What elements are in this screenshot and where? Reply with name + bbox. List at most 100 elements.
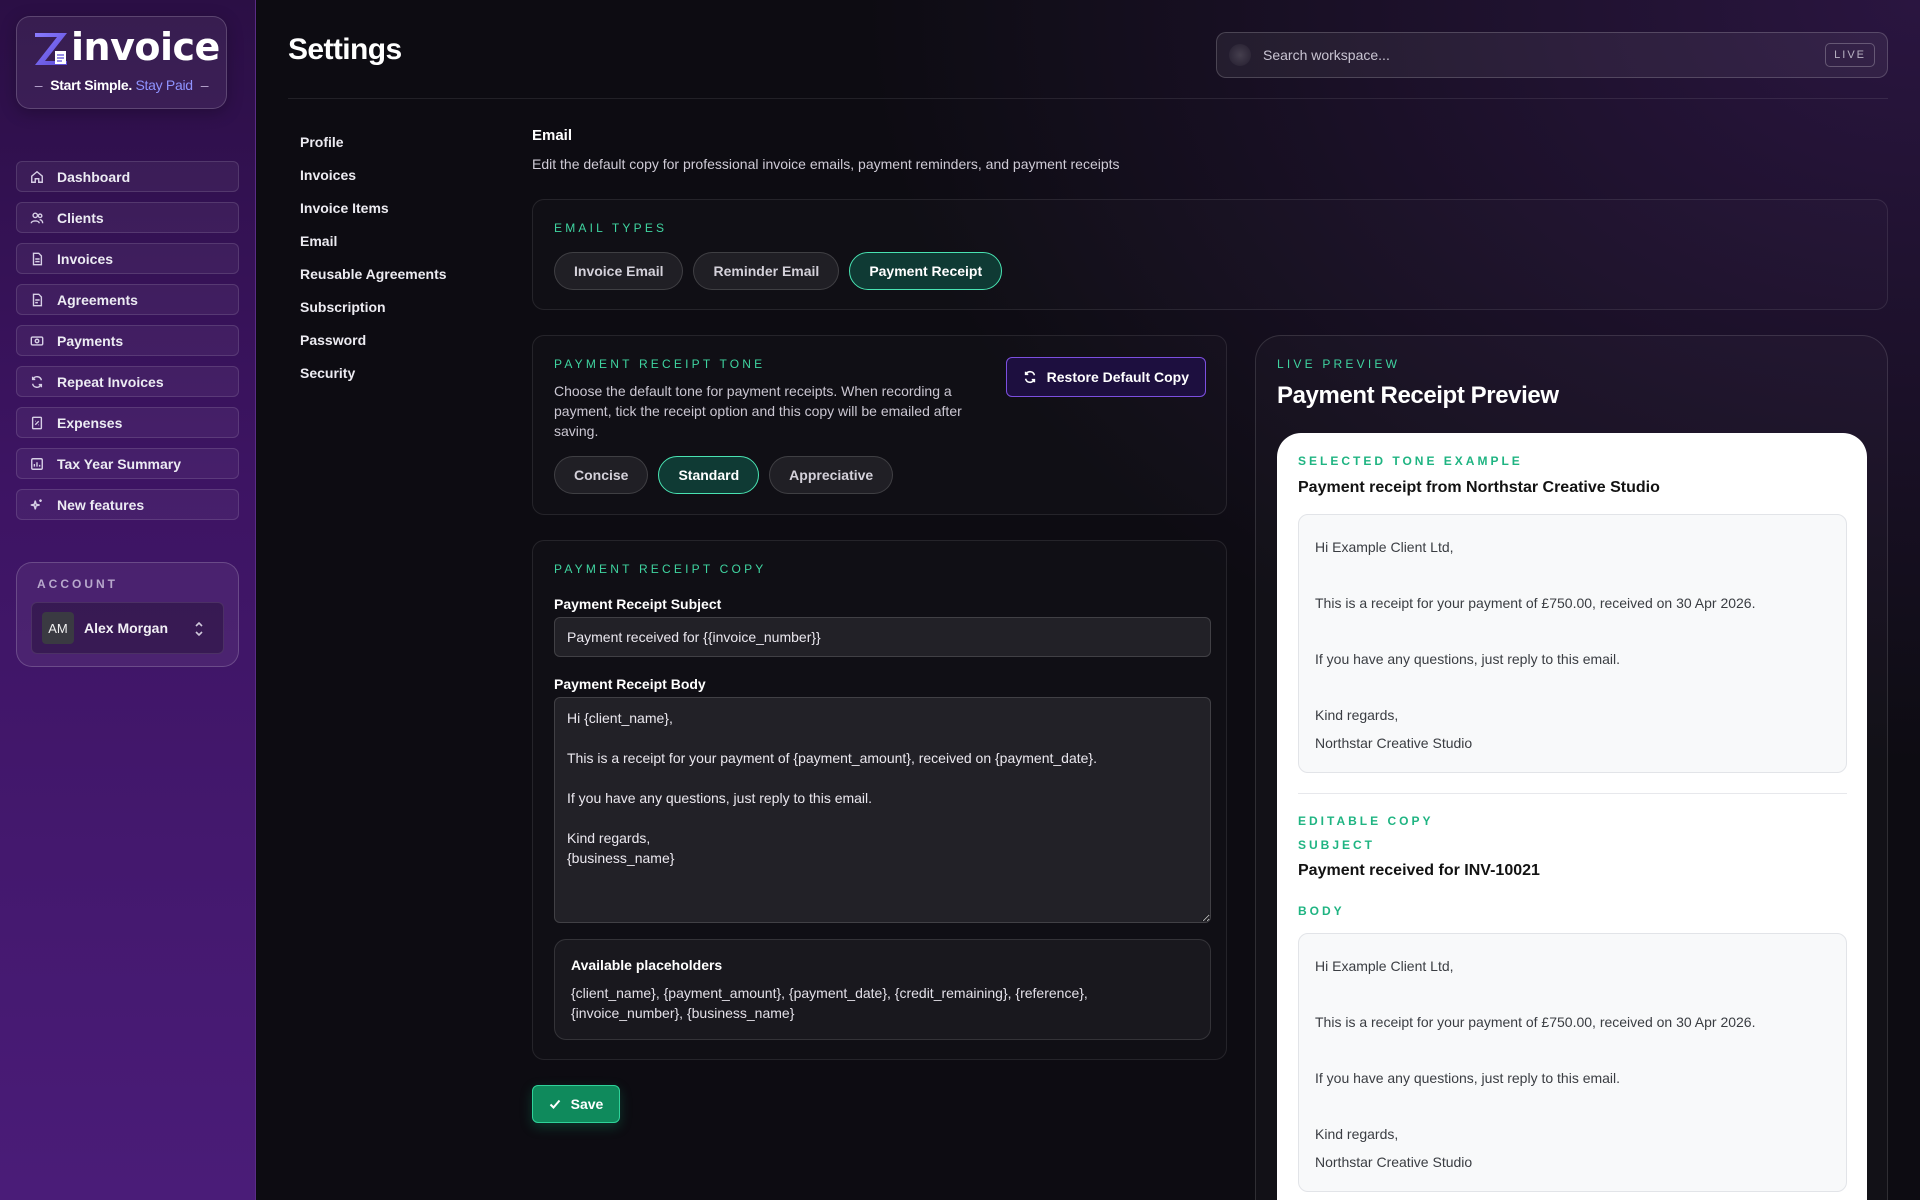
email-type-payment-receipt[interactable]: Payment Receipt: [849, 252, 1003, 290]
email-line: Hi Example Client Ltd,: [1315, 958, 1454, 974]
live-badge: LIVE: [1825, 43, 1875, 67]
sidebar-item-payments[interactable]: Payments: [16, 325, 239, 356]
sidebar-item-label: Tax Year Summary: [57, 455, 182, 472]
body-label: Payment Receipt Body: [554, 676, 706, 692]
restore-default-copy-label: Restore Default Copy: [1046, 369, 1189, 385]
sidebar-item-label: Repeat Invoices: [57, 373, 164, 390]
header-divider: [288, 98, 1888, 99]
section-description: Edit the default copy for professional i…: [532, 156, 1120, 172]
preview-body-email: Hi Example Client Ltd, This is a receipt…: [1298, 933, 1847, 1192]
email-line: Northstar Creative Studio: [1315, 1154, 1473, 1170]
tone-standard[interactable]: Standard: [658, 456, 760, 494]
brand-tagline: – Start Simple. Stay Paid –: [34, 77, 209, 93]
preview-title: Payment Receipt Preview: [1277, 382, 1559, 409]
payment-icon: [29, 333, 45, 349]
chevron-up-down-icon: [193, 619, 205, 639]
sidebar-item-label: Payments: [57, 332, 124, 349]
settings-subnav: Profile Invoices Invoice Items Email Reu…: [300, 132, 447, 396]
receipt-icon: [29, 415, 45, 431]
search-bar[interactable]: LIVE: [1216, 32, 1888, 78]
subject-label: Payment Receipt Subject: [554, 596, 722, 612]
check-icon: [549, 1099, 560, 1109]
chart-icon: [29, 456, 45, 472]
tone-pills: Concise Standard Appreciative: [554, 456, 903, 494]
sidebar-item-label: New features: [57, 496, 145, 513]
preview-subject: Payment received for INV-10021: [1298, 862, 1540, 879]
email-type-pills: Invoice Email Reminder Email Payment Rec…: [554, 252, 1012, 290]
editable-copy-kicker: EDITABLE COPY: [1298, 814, 1434, 828]
copy-kicker: PAYMENT RECEIPT COPY: [554, 562, 767, 576]
main-content: Settings LIVE Profile Invoices Invoice I…: [257, 0, 1920, 1200]
email-line: If you have any questions, just reply to…: [1315, 651, 1621, 667]
tone-example-email: Hi Example Client Ltd, This is a receipt…: [1298, 514, 1847, 773]
subnav-item-reusable-agreements[interactable]: Reusable Agreements: [300, 264, 447, 297]
email-type-reminder-email[interactable]: Reminder Email: [693, 252, 840, 290]
email-line: Kind regards,: [1315, 1126, 1399, 1142]
refresh-icon: [1024, 370, 1035, 384]
email-line: Northstar Creative Studio: [1315, 735, 1473, 751]
sidebar-item-clients[interactable]: Clients: [16, 202, 239, 233]
sidebar-item-tax-year-summary[interactable]: Tax Year Summary: [16, 448, 239, 479]
logo-z-icon: [35, 33, 67, 65]
live-preview-panel: LIVE PREVIEW Payment Receipt Preview SEL…: [1255, 335, 1888, 1200]
email-line: Kind regards,: [1315, 707, 1399, 723]
subnav-item-invoice-items[interactable]: Invoice Items: [300, 198, 447, 231]
subnav-item-email[interactable]: Email: [300, 231, 447, 264]
home-icon: [29, 169, 45, 185]
tone-example-kicker: SELECTED TONE EXAMPLE: [1298, 454, 1523, 468]
preview-divider: [1298, 793, 1847, 794]
sidebar-item-label: Clients: [57, 209, 104, 226]
subject-kicker: SUBJECT: [1298, 838, 1376, 852]
account-name: Alex Morgan: [84, 620, 169, 636]
subnav-item-security[interactable]: Security: [300, 363, 447, 396]
logo-wordmark: invoice: [71, 25, 220, 69]
subnav-item-profile[interactable]: Profile: [300, 132, 447, 165]
search-input[interactable]: [1263, 47, 1803, 63]
placeholders-list: {client_name}, {payment_amount}, {paymen…: [571, 985, 1088, 1021]
body-textarea[interactable]: Hi {client_name}, This is a receipt for …: [554, 697, 1211, 923]
email-types-kicker: EMAIL TYPES: [554, 221, 668, 235]
sidebar-item-new-features[interactable]: New features: [16, 489, 239, 520]
preview-kicker: LIVE PREVIEW: [1277, 357, 1401, 371]
sidebar-item-label: Agreements: [57, 291, 138, 308]
sidebar-nav: Dashboard Clients Invoices Agreements Pa…: [16, 161, 239, 530]
document-icon: [29, 292, 45, 308]
email-line: This is a receipt for your payment of £7…: [1315, 1014, 1756, 1030]
page-title: Settings: [288, 33, 402, 66]
tone-description: Choose the default tone for payment rece…: [554, 383, 962, 439]
placeholders-title: Available placeholders: [571, 957, 723, 973]
avatar: AM: [42, 612, 74, 644]
sidebar-item-repeat-invoices[interactable]: Repeat Invoices: [16, 366, 239, 397]
sidebar-item-label: Expenses: [57, 414, 123, 431]
save-button[interactable]: Save: [532, 1085, 620, 1123]
email-line: This is a receipt for your payment of £7…: [1315, 595, 1756, 611]
subnav-item-password[interactable]: Password: [300, 330, 447, 363]
document-icon: [29, 251, 45, 267]
email-line: If you have any questions, just reply to…: [1315, 1070, 1621, 1086]
tone-example-heading: Payment receipt from Northstar Creative …: [1298, 479, 1660, 496]
brand-logo-card[interactable]: invoice – Start Simple. Stay Paid –: [16, 16, 227, 109]
sidebar-item-dashboard[interactable]: Dashboard: [16, 161, 239, 192]
subnav-item-subscription[interactable]: Subscription: [300, 297, 447, 330]
restore-default-copy-button[interactable]: Restore Default Copy: [1005, 357, 1206, 397]
tone-panel: PAYMENT RECEIPT TONE Choose the default …: [532, 335, 1227, 515]
section-title: Email: [532, 127, 573, 144]
preview-card: SELECTED TONE EXAMPLE Payment receipt fr…: [1277, 433, 1867, 1200]
receipt-copy-panel: PAYMENT RECEIPT COPY Payment Receipt Sub…: [532, 540, 1227, 1060]
email-types-panel: EMAIL TYPES Invoice Email Reminder Email…: [532, 199, 1888, 310]
tone-appreciative[interactable]: Appreciative: [769, 456, 894, 494]
sidebar-item-agreements[interactable]: Agreements: [16, 284, 239, 315]
account-label: ACCOUNT: [37, 577, 118, 591]
sidebar-item-label: Invoices: [57, 250, 114, 267]
sparkle-icon: [29, 497, 45, 513]
sidebar-item-invoices[interactable]: Invoices: [16, 243, 239, 274]
sidebar-item-expenses[interactable]: Expenses: [16, 407, 239, 438]
subject-input[interactable]: [554, 617, 1211, 657]
tone-concise[interactable]: Concise: [554, 456, 649, 494]
save-label: Save: [570, 1096, 604, 1112]
search-icon: [1229, 44, 1251, 66]
sidebar: invoice – Start Simple. Stay Paid – Dashbo…: [0, 0, 256, 1200]
subnav-item-invoices[interactable]: Invoices: [300, 165, 447, 198]
email-type-invoice-email[interactable]: Invoice Email: [554, 252, 684, 290]
account-switcher[interactable]: AM Alex Morgan: [31, 602, 224, 654]
